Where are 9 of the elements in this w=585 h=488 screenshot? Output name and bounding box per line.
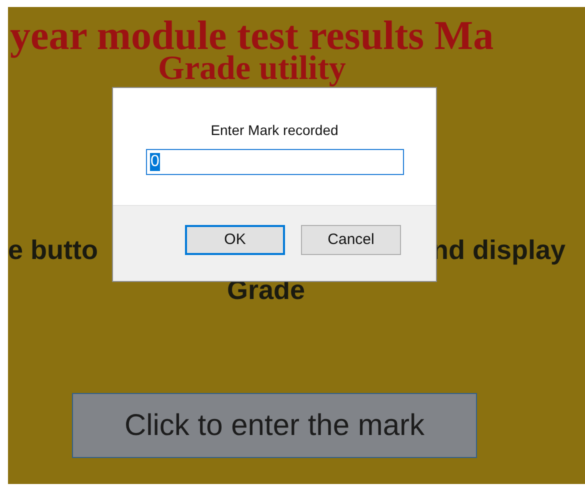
- instruction-text: e butto: [8, 234, 98, 267]
- page-title: Grade utility: [158, 52, 346, 86]
- input-value: 0: [150, 153, 160, 171]
- prompt-label: Enter Mark recorded: [210, 121, 338, 139]
- dialog-button[interactable]: OK: [185, 225, 285, 255]
- instruction-text: Grade: [227, 274, 306, 307]
- enter-mark-button[interactable]: Click to enter the mark: [72, 393, 477, 458]
- mark-input-field[interactable]: 0: [146, 149, 404, 175]
- dialog-button[interactable]: Cancel: [301, 225, 401, 255]
